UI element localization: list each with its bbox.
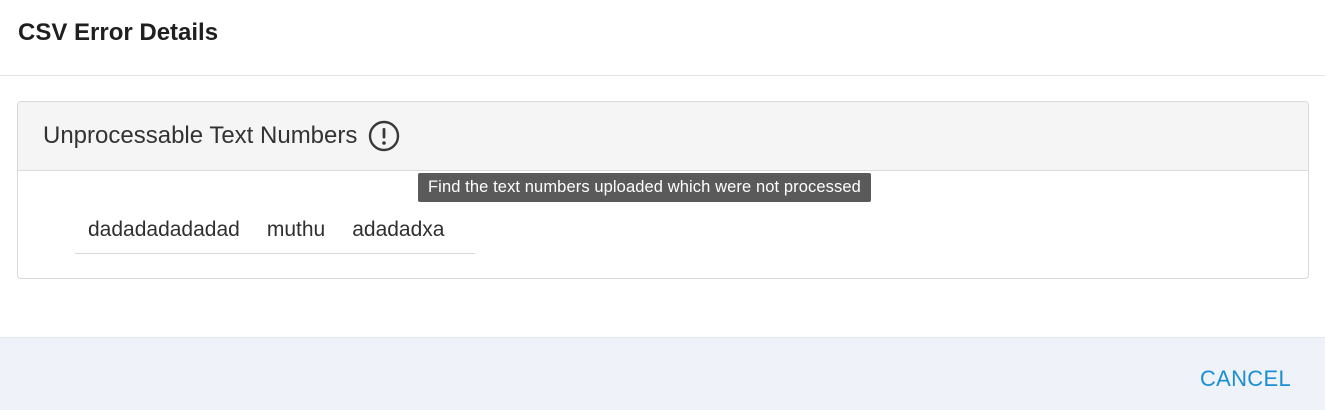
cancel-button[interactable]: CANCEL [1200,366,1291,392]
panel-header: Unprocessable Text Numbers [18,102,1308,171]
dialog-header: CSV Error Details [0,0,1325,76]
dialog-title: CSV Error Details [18,18,219,46]
info-tooltip: Find the text numbers uploaded which wer… [418,173,871,202]
exclamation-circle-icon[interactable] [367,119,401,153]
list-item: dadadadadadad [88,217,240,241]
list-item: muthu [266,217,326,241]
unprocessable-numbers-panel: Unprocessable Text Numbers Find the text… [17,101,1309,279]
panel-title: Unprocessable Text Numbers [43,122,358,149]
csv-error-dialog: CSV Error Details Unprocessable Text Num… [0,0,1325,410]
text-numbers-list: dadadadadadad muthu adadadxa [75,206,475,254]
dialog-footer: CANCEL [0,337,1325,410]
list-item: adadadxa [352,217,445,241]
